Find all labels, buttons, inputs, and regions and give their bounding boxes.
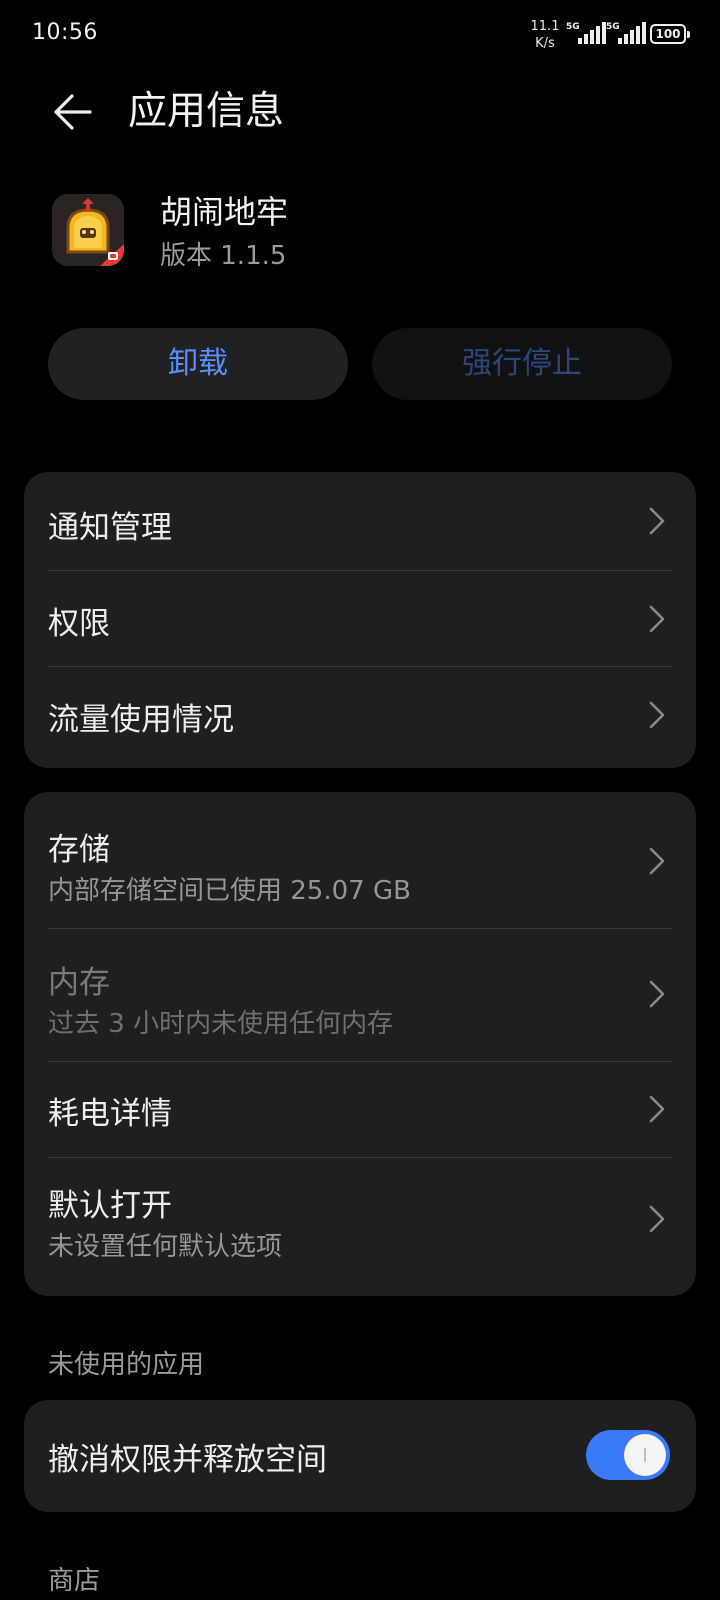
unused-apps-group: 撤消权限并释放空间 xyxy=(24,1400,696,1512)
item-title: 默认打开 xyxy=(48,1188,172,1224)
storage-item[interactable]: 存储 内部存储空间已使用 25.07 GB xyxy=(24,792,696,928)
open-by-default-item[interactable]: 默认打开 未设置任何默认选项 xyxy=(24,1158,696,1296)
divider xyxy=(48,570,672,571)
chevron-right-icon xyxy=(649,701,665,729)
memory-item[interactable]: 内存 过去 3 小时内未使用任何内存 xyxy=(24,929,696,1061)
page-title: 应用信息 xyxy=(128,89,285,134)
chevron-right-icon xyxy=(649,1205,665,1233)
chevron-right-icon xyxy=(649,605,665,633)
uninstall-button[interactable]: 卸载 xyxy=(48,328,348,400)
back-button[interactable] xyxy=(44,84,104,144)
toggle-knob xyxy=(624,1434,666,1476)
item-title: 权限 xyxy=(48,606,110,642)
network-speed: 11.1 K/s xyxy=(528,18,562,52)
status-bar: 10:56 11.1 K/s 5G 5G 100 xyxy=(0,0,720,70)
app-version: 版本 1.1.5 xyxy=(160,241,287,271)
settings-group-1: 通知管理 权限 流量使用情况 xyxy=(24,472,696,768)
cellular-signal-icon: 5G xyxy=(606,22,656,46)
notification-management-item[interactable]: 通知管理 xyxy=(24,472,696,568)
battery-usage-item[interactable]: 耗电详情 xyxy=(24,1062,696,1156)
settings-group-2: 存储 内部存储空间已使用 25.07 GB 内存 过去 3 小时内未使用任何内存… xyxy=(24,792,696,1296)
chevron-right-icon xyxy=(649,980,665,1008)
item-subtitle: 过去 3 小时内未使用任何内存 xyxy=(48,1009,394,1039)
battery-icon: 100 xyxy=(650,24,690,44)
data-usage-item[interactable]: 流量使用情况 xyxy=(24,668,696,768)
item-subtitle: 内部存储空间已使用 25.07 GB xyxy=(48,876,411,906)
chevron-right-icon xyxy=(649,1095,665,1123)
force-stop-button[interactable]: 强行停止 xyxy=(372,328,672,400)
app-icon xyxy=(52,194,124,266)
status-time: 10:56 xyxy=(32,20,98,45)
chevron-right-icon xyxy=(649,847,665,875)
revoke-permissions-toggle[interactable] xyxy=(586,1430,670,1480)
arrow-left-icon xyxy=(54,94,92,130)
network-speed-value: 11.1 xyxy=(530,19,560,34)
item-title: 存储 xyxy=(48,832,110,868)
item-title: 内存 xyxy=(48,965,110,1001)
item-title: 流量使用情况 xyxy=(48,702,234,738)
divider xyxy=(48,666,672,667)
item-title: 通知管理 xyxy=(48,510,172,546)
section-label-store: 商店 xyxy=(48,1566,101,1596)
revoke-permissions-item[interactable]: 撤消权限并释放空间 xyxy=(24,1400,696,1512)
permissions-item[interactable]: 权限 xyxy=(24,572,696,666)
section-label-unused-apps: 未使用的应用 xyxy=(48,1350,205,1380)
battery-level: 100 xyxy=(655,27,681,41)
network-speed-unit: K/s xyxy=(535,36,555,51)
item-subtitle: 未设置任何默认选项 xyxy=(48,1232,283,1262)
item-title: 耗电详情 xyxy=(48,1096,172,1132)
chevron-right-icon xyxy=(649,507,665,535)
app-name: 胡闹地牢 xyxy=(160,193,289,231)
item-title: 撤消权限并释放空间 xyxy=(48,1442,327,1478)
